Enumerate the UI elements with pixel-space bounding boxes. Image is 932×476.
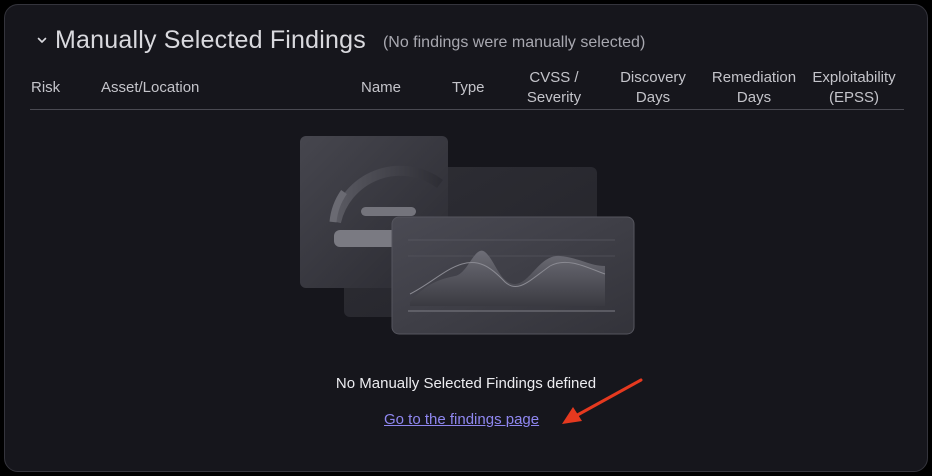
column-label: CVSS / Severity <box>526 69 582 106</box>
column-label: Discovery Days <box>620 69 686 106</box>
chevron-down-icon[interactable] <box>35 33 49 47</box>
column-header-discovery-days[interactable]: Discovery Days <box>608 68 698 108</box>
column-header-risk[interactable]: Risk <box>31 68 60 108</box>
section-subtitle: (No findings were manually selected) <box>382 34 646 51</box>
go-to-findings-link[interactable]: Go to the findings page <box>384 411 539 428</box>
section-header: Manually Selected Findings (No findings … <box>35 23 645 57</box>
column-label: Type <box>452 79 485 96</box>
column-header-asset-location[interactable]: Asset/Location <box>101 68 199 108</box>
column-header-remediation-days[interactable]: Remediation Days <box>704 68 804 108</box>
column-label: Name <box>361 79 402 96</box>
findings-table-header: Risk Asset/Location Name Type CVSS / Sev… <box>30 68 904 110</box>
column-label: Exploitability (EPSS) <box>812 69 896 106</box>
annotation-arrow-icon <box>562 378 643 424</box>
column-label: Risk <box>31 79 61 96</box>
column-header-name[interactable]: Name <box>361 68 401 108</box>
column-label: Remediation Days <box>711 69 797 106</box>
column-header-cvss-severity[interactable]: CVSS / Severity <box>510 68 598 108</box>
column-label: Asset/Location <box>101 79 200 96</box>
empty-chart-illustration <box>300 134 636 336</box>
section-title: Manually Selected Findings <box>55 25 366 54</box>
column-header-type[interactable]: Type <box>452 68 485 108</box>
column-header-exploitability-epss[interactable]: Exploitability (EPSS) <box>806 68 902 108</box>
empty-state-message: No Manually Selected Findings defined <box>335 375 597 392</box>
